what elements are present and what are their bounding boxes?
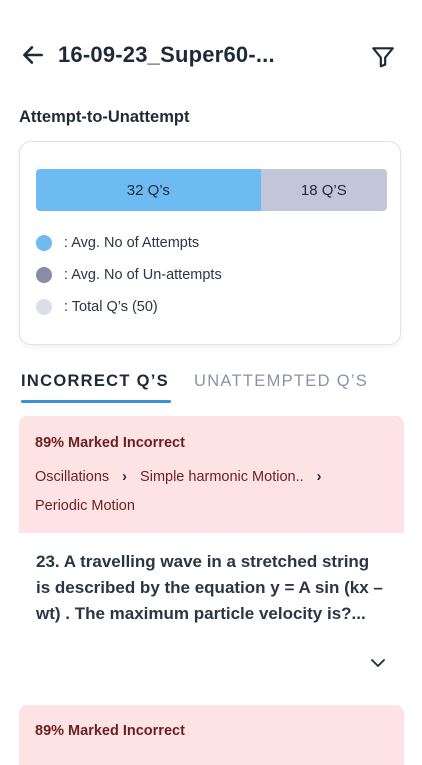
attempt-progress-bar: 32 Q’s 18 Q’S xyxy=(36,169,387,211)
question-card-header: 89% Marked Incorrect xyxy=(19,705,404,765)
legend-total: : Total Q’s (50) xyxy=(36,299,158,315)
attempts-segment: 32 Q’s xyxy=(36,169,261,211)
question-tabs: INCORRECT Q’S UNATTEMPTED Q’S xyxy=(0,372,422,406)
chevron-down-icon[interactable] xyxy=(369,654,387,672)
chevron-right-icon: › xyxy=(122,469,128,485)
legend-label: : Total Q’s (50) xyxy=(64,299,158,315)
page-title: 16-09-23_Super60-... xyxy=(58,42,275,67)
filter-icon[interactable] xyxy=(370,44,396,70)
breadcrumb-item: Periodic Motion xyxy=(35,498,135,514)
unattempts-segment: 18 Q’S xyxy=(260,169,387,211)
active-tab-indicator xyxy=(21,400,171,403)
breadcrumb-item: Oscillations xyxy=(35,469,110,485)
section-title: Attempt-to-Unattempt xyxy=(19,108,190,126)
question-card[interactable]: 89% Marked Incorrect xyxy=(19,705,404,765)
legend-dot-attempts xyxy=(36,235,52,251)
app-header: 16-09-23_Super60-... xyxy=(0,0,422,110)
legend-label: : Avg. No of Un-attempts xyxy=(64,267,222,283)
legend-dot-total xyxy=(36,299,52,315)
tab-incorrect[interactable]: INCORRECT Q’S xyxy=(21,372,169,391)
incorrect-percentage-label: 89% Marked Incorrect xyxy=(35,435,185,451)
topic-breadcrumb: Oscillations › Simple harmonic Motion.. … xyxy=(35,463,388,521)
incorrect-percentage-label: 89% Marked Incorrect xyxy=(35,723,185,739)
back-arrow-icon[interactable] xyxy=(20,42,46,68)
tab-unattempted[interactable]: UNATTEMPTED Q’S xyxy=(194,372,368,391)
question-card-header: 89% Marked Incorrect Oscillations › Simp… xyxy=(19,416,404,533)
legend-attempts: : Avg. No of Attempts xyxy=(36,235,199,251)
question-text: 23. A travelling wave in a stretched str… xyxy=(36,552,383,623)
question-card[interactable]: 89% Marked Incorrect Oscillations › Simp… xyxy=(19,416,404,701)
legend-dot-unattempts xyxy=(36,267,52,283)
breadcrumb-item: Simple harmonic Motion.. xyxy=(140,469,304,485)
attempt-summary-card: 32 Q’s 18 Q’S : Avg. No of Attempts : Av… xyxy=(19,141,401,345)
chevron-right-icon: › xyxy=(316,469,322,485)
legend-label: : Avg. No of Attempts xyxy=(64,235,200,251)
legend-unattempts: : Avg. No of Un-attempts xyxy=(36,267,222,283)
